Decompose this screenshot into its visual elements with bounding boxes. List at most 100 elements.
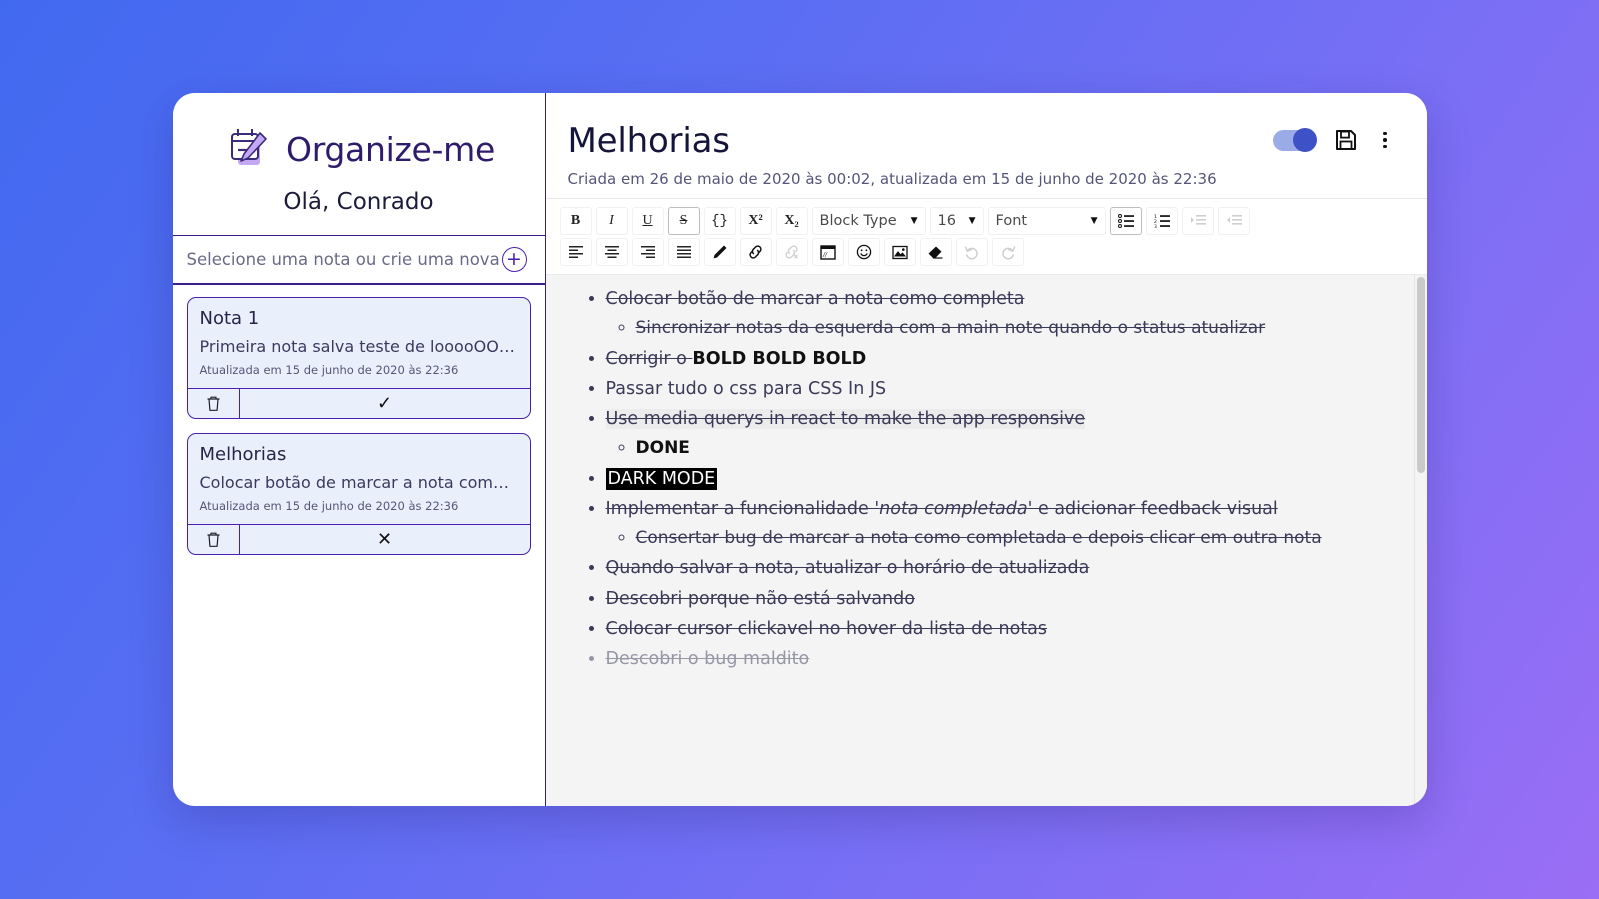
note-line-text: Corrigir o <box>605 348 693 369</box>
eraser-icon[interactable] <box>919 238 952 266</box>
subscript-button[interactable]: X₂ <box>775 207 808 235</box>
note-timestamps: Criada em 26 de maio de 2020 às 00:02, a… <box>567 170 1217 188</box>
brand-block: Organize-me Olá, Conrado <box>172 93 545 236</box>
calendar-pencil-icon <box>222 123 274 175</box>
broken-link-icon[interactable] <box>775 238 808 266</box>
undo-arrow-icon[interactable] <box>955 238 988 266</box>
list-item[interactable]: Nota 1 Primeira nota salva teste de looo… <box>186 297 531 419</box>
bold-button[interactable]: B <box>559 207 592 235</box>
editor-scrollbar[interactable] <box>1413 275 1427 806</box>
indent-button[interactable] <box>1181 207 1214 235</box>
note-line-text: Passar tudo o css para CSS In JS <box>605 378 887 399</box>
align-left-button[interactable] <box>559 238 592 266</box>
note-card-title: Nota 1 <box>199 308 260 329</box>
trash-icon[interactable] <box>188 525 240 554</box>
note-card-snippet: Colocar botão de marcar a nota como comp… <box>199 473 518 492</box>
dark-mode-toggle[interactable] <box>1273 128 1317 152</box>
page-title: Melhorias <box>567 121 730 161</box>
list-item: Use media querys in react to make the ap… <box>605 408 1387 429</box>
monospace-button[interactable]: {} <box>703 207 736 235</box>
font-size-select[interactable]: 16 ▼ <box>929 207 984 235</box>
greeting-text: Olá, Conrado <box>283 189 434 215</box>
block-type-select[interactable]: Block Type ▼ <box>811 207 926 235</box>
font-size-label: 16 <box>937 213 956 229</box>
chevron-down-icon: ▼ <box>1090 216 1098 226</box>
editor-area: Colocar botão de marcar a nota como comp… <box>545 274 1427 806</box>
align-center-button[interactable] <box>595 238 628 266</box>
note-search-row: + <box>172 236 545 285</box>
trash-icon[interactable] <box>188 389 240 418</box>
list-item: Corrigir o BOLD BOLD BOLD <box>606 349 1387 369</box>
list-item: Colocar botão de marcar a nota como comp… <box>606 289 1387 309</box>
smiley-icon[interactable] <box>847 238 880 266</box>
list-item: Descobri porque não está salvando <box>606 589 1387 609</box>
italic-button[interactable]: I <box>595 207 628 235</box>
font-family-label: Font <box>995 213 1028 229</box>
list-item: Descobri o bug maldito <box>606 649 1387 669</box>
more-vertical-icon[interactable] <box>1377 130 1393 151</box>
note-line-text: Colocar botão de marcar a nota como comp… <box>605 289 1025 309</box>
align-justify-button[interactable] <box>667 238 700 266</box>
list-item: Implementar a funcionalidade 'nota compl… <box>606 499 1387 519</box>
notes-list: Nota 1 Primeira nota salva teste de looo… <box>173 285 545 806</box>
note-content[interactable]: Colocar botão de marcar a nota como comp… <box>546 275 1413 806</box>
underline-button[interactable]: U <box>631 207 664 235</box>
link-icon[interactable] <box>739 238 772 266</box>
chevron-down-icon: ▼ <box>968 216 976 226</box>
editor-toolbar: B I U S {} X² X₂ Block Type ▼ 16 ▼ Font … <box>545 198 1427 274</box>
scrollbar-thumb[interactable] <box>1416 277 1425 473</box>
block-type-label: Block Type <box>819 213 897 229</box>
note-line-text: DONE <box>635 438 690 459</box>
picture-icon[interactable] <box>883 238 916 266</box>
note-line-italic: nota completada <box>879 498 1028 519</box>
note-line-text: Implementar a funcionalidade ' <box>605 498 880 519</box>
list-item: DONE <box>635 438 1387 459</box>
note-line-text: Sincronizar notas da esquerda com a main… <box>635 318 1266 339</box>
note-line-text: DARK MODE <box>605 467 718 490</box>
note-line-text: Consertar bug de marcar a nota como comp… <box>635 527 1322 548</box>
chevron-down-icon: ▼ <box>910 216 918 226</box>
main-pane: Melhorias Criada em 26 de maio de 2020 à… <box>545 93 1427 806</box>
align-right-button[interactable] <box>631 238 664 266</box>
plus-circle-icon[interactable]: + <box>501 247 527 272</box>
note-line-text: Colocar cursor clickavel no hover da lis… <box>605 618 1048 639</box>
note-line-text: Descobri porque não está salvando <box>605 588 915 609</box>
note-line-bold: BOLD BOLD BOLD <box>692 348 867 369</box>
redo-arrow-icon[interactable] <box>991 238 1024 266</box>
note-card-title: Melhorias <box>199 444 287 465</box>
note-status-toggle[interactable]: ✓ <box>240 389 530 418</box>
app-window: Organize-me Olá, Conrado + Nota 1 Primei… <box>172 93 1427 806</box>
note-card-date: Atualizada em 15 de junho de 2020 às 22:… <box>199 499 459 513</box>
embedded-window-icon[interactable]: // <box>811 238 844 266</box>
note-line-text: Descobri o bug maldito <box>605 648 810 669</box>
font-family-select[interactable]: Font ▼ <box>987 207 1106 235</box>
toolbar-row-2: // <box>559 238 1417 266</box>
unordered-list-button[interactable] <box>1109 207 1142 235</box>
list-item: Quando salvar a nota, atualizar o horári… <box>606 558 1387 578</box>
note-line-text: Quando salvar a nota, atualizar o horári… <box>605 558 1090 579</box>
note-line-tail: ' e adicionar feedback visual <box>1027 498 1278 519</box>
note-status-toggle[interactable]: ✕ <box>240 525 530 554</box>
svg-text://: // <box>822 251 828 258</box>
list-item: DARK MODE <box>605 467 1387 490</box>
list-item[interactable]: Melhorias Colocar botão de marcar a nota… <box>186 433 531 555</box>
list-item: Consertar bug de marcar a nota como comp… <box>635 527 1387 549</box>
ordered-list-button[interactable]: 1 2 3 <box>1145 207 1178 235</box>
note-header: Melhorias Criada em 26 de maio de 2020 à… <box>546 93 1427 198</box>
floppy-save-icon[interactable] <box>1335 129 1357 151</box>
strikethrough-button[interactable]: S <box>667 207 700 235</box>
outdent-button[interactable] <box>1217 207 1250 235</box>
pencil-icon[interactable] <box>703 238 736 266</box>
list-item: Colocar cursor clickavel no hover da lis… <box>606 619 1387 639</box>
sidebar: Organize-me Olá, Conrado + Nota 1 Primei… <box>172 93 546 806</box>
toolbar-row-1: B I U S {} X² X₂ Block Type ▼ 16 ▼ Font … <box>559 207 1417 235</box>
superscript-button[interactable]: X² <box>739 207 772 235</box>
list-item: Passar tudo o css para CSS In JS <box>606 379 1387 399</box>
list-item: Sincronizar notas da esquerda com a main… <box>635 318 1387 339</box>
app-title: Organize-me <box>286 129 495 169</box>
note-card-date: Atualizada em 15 de junho de 2020 às 22:… <box>199 363 459 377</box>
note-card-snippet: Primeira nota salva teste de looooOOOOOO… <box>199 337 518 356</box>
svg-text:3: 3 <box>1154 224 1157 228</box>
note-line-text: Use media querys in react to make the ap… <box>605 408 1086 429</box>
search-input[interactable] <box>186 250 502 269</box>
